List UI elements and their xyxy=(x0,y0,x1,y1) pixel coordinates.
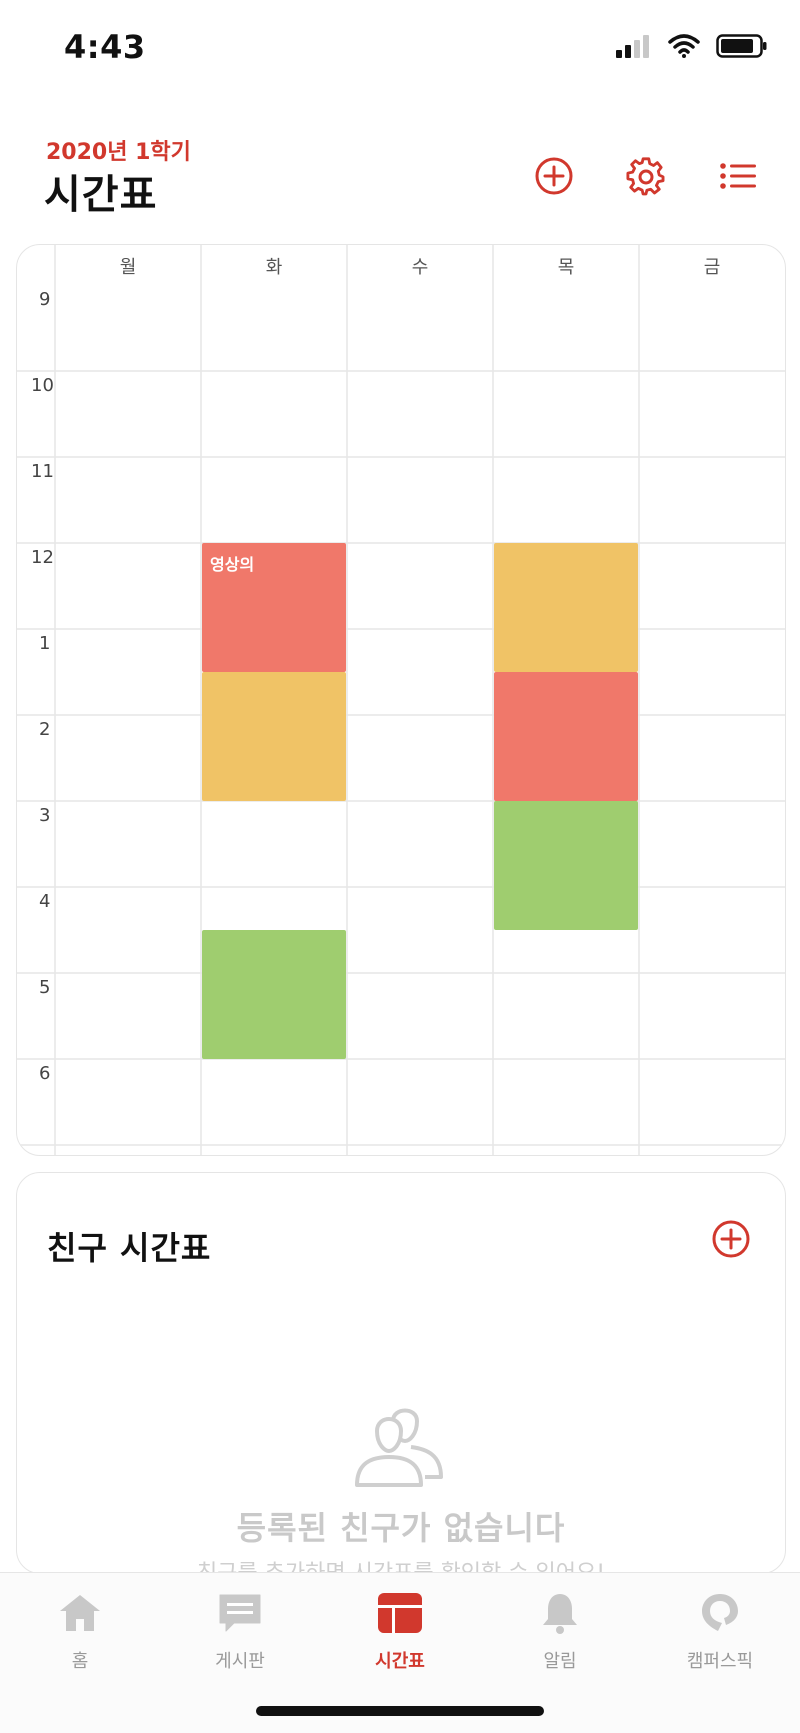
gear-icon xyxy=(626,157,665,196)
add-button[interactable] xyxy=(532,154,576,198)
page-title: 시간표 xyxy=(44,172,158,218)
timetable-event[interactable]: 영상의 xyxy=(202,543,346,672)
hour-label: 4 xyxy=(39,891,51,912)
timetable-event[interactable] xyxy=(494,672,638,801)
day-label: 금 xyxy=(703,257,721,278)
board-icon xyxy=(219,1594,261,1632)
status-time: 4:43 xyxy=(64,28,146,66)
wifi-icon xyxy=(668,34,700,58)
empty-state-title: 등록된 친구가 없습니다 xyxy=(236,1509,566,1547)
plus-circle-icon xyxy=(535,157,573,195)
signal-icon xyxy=(616,35,649,58)
tab-campuspick[interactable]: 캠퍼스픽 xyxy=(640,1591,800,1673)
status-icons xyxy=(614,34,768,58)
hour-label: 12 xyxy=(31,547,54,568)
timetable-event[interactable] xyxy=(202,672,346,801)
tab-campuspick-label: 캠퍼스픽 xyxy=(686,1651,754,1672)
settings-button[interactable] xyxy=(624,154,668,198)
tab-board[interactable]: 게시판 xyxy=(160,1591,320,1673)
day-label: 월 xyxy=(119,257,137,278)
hour-label: 3 xyxy=(39,805,51,826)
timetable-icon xyxy=(378,1593,422,1633)
home-indicator xyxy=(256,1706,544,1716)
plus-circle-icon xyxy=(712,1220,750,1258)
timetable-event[interactable] xyxy=(494,543,638,672)
add-friend-button[interactable] xyxy=(709,1217,753,1261)
event-title: 영상의 xyxy=(210,555,255,574)
hour-label: 1 xyxy=(39,633,51,654)
list-icon xyxy=(720,163,756,189)
tab-home-label: 홈 xyxy=(71,1651,89,1672)
hour-label: 11 xyxy=(31,461,54,482)
hour-label: 9 xyxy=(39,289,51,310)
friend-timetable-title: 친구 시간표 xyxy=(47,1229,212,1267)
tab-notifications-label: 알림 xyxy=(543,1651,577,1672)
day-label: 수 xyxy=(411,257,429,278)
tab-home[interactable]: 홈 xyxy=(0,1591,160,1673)
hour-label: 10 xyxy=(31,375,54,396)
hour-label: 2 xyxy=(39,719,51,740)
day-label: 목 xyxy=(557,257,575,278)
timetable-event[interactable] xyxy=(202,930,346,1059)
header-actions xyxy=(532,154,760,198)
tab-notifications[interactable]: 알림 xyxy=(480,1591,640,1673)
timetable-event[interactable] xyxy=(494,801,638,930)
timetable-grid[interactable]: 월화수목금 9 10 11 12 1 2 3 4 5 6 영상의 xyxy=(16,244,786,1156)
campuspick-icon xyxy=(702,1594,738,1631)
tab-timetable-label: 시간표 xyxy=(375,1651,425,1672)
status-bar: 4:43 xyxy=(0,0,800,100)
friend-timetable-card: 친구 시간표 등록된 친구가 없습니다 친구를 추가하면 시간표를 확인할 수 … xyxy=(16,1172,786,1586)
tab-board-label: 게시판 xyxy=(215,1651,265,1672)
tab-timetable[interactable]: 시간표 xyxy=(320,1591,480,1673)
list-button[interactable] xyxy=(716,154,760,198)
home-icon xyxy=(60,1595,100,1631)
friends-empty-icon xyxy=(355,1408,443,1487)
header: 2020년 1학기 시간표 xyxy=(0,110,800,230)
day-label: 화 xyxy=(265,257,283,278)
hour-label: 6 xyxy=(39,1063,51,1084)
hour-label: 5 xyxy=(39,977,51,998)
timetable-grid-lines xyxy=(17,245,785,1155)
battery-icon xyxy=(716,34,767,58)
bell-icon xyxy=(543,1594,577,1634)
